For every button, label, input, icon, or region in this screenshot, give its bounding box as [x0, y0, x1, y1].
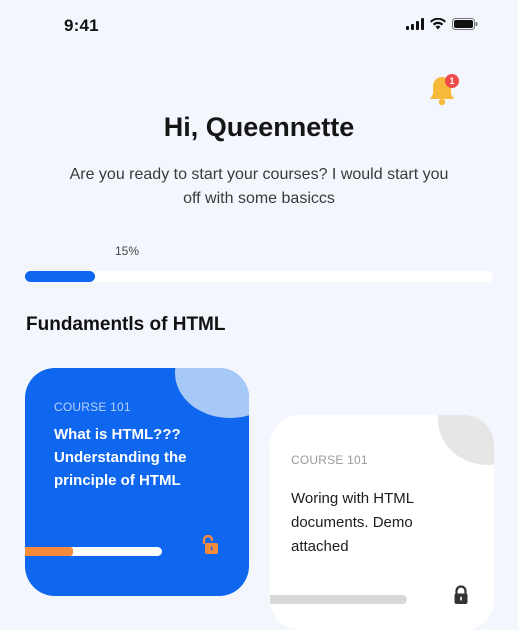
- status-icons: [406, 18, 478, 30]
- course-code: COURSE 101: [54, 400, 131, 414]
- course-card[interactable]: COURSE 101 Woring with HTML documents. D…: [270, 415, 494, 630]
- progress-percent: 15%: [115, 244, 140, 258]
- course-code: COURSE 101: [291, 453, 368, 467]
- greeting-title: Hi, Queennette: [163, 112, 355, 142]
- progress-bar-fill: [25, 271, 96, 282]
- battery-icon: [452, 18, 478, 30]
- card-decoration: [175, 368, 249, 418]
- card-decoration: [438, 415, 494, 465]
- unlocked-padlock-icon[interactable]: [201, 535, 219, 555]
- padlock-icon[interactable]: [452, 585, 470, 605]
- course-progress-bar: [25, 547, 162, 556]
- intro-text: Are you ready to start your courses? I w…: [69, 166, 449, 207]
- progress-bar: [25, 271, 493, 282]
- course-title: Woring with HTML documents. Demo attache…: [291, 490, 414, 555]
- notification-button[interactable]: 1: [425, 72, 461, 108]
- section-title: Fundamentls of HTML: [26, 314, 226, 335]
- course-title: What is HTML??? Understanding the princi…: [54, 426, 187, 489]
- status-time: 9:41: [64, 16, 99, 35]
- course-progress-bar: [270, 595, 407, 604]
- signal-icon: [406, 18, 424, 30]
- course-progress-fill: [25, 547, 73, 556]
- notification-badge: 1: [445, 74, 459, 88]
- wifi-icon: [430, 18, 446, 30]
- course-card[interactable]: COURSE 101 What is HTML??? Understanding…: [25, 368, 249, 596]
- status-bar: 9:41: [0, 0, 518, 50]
